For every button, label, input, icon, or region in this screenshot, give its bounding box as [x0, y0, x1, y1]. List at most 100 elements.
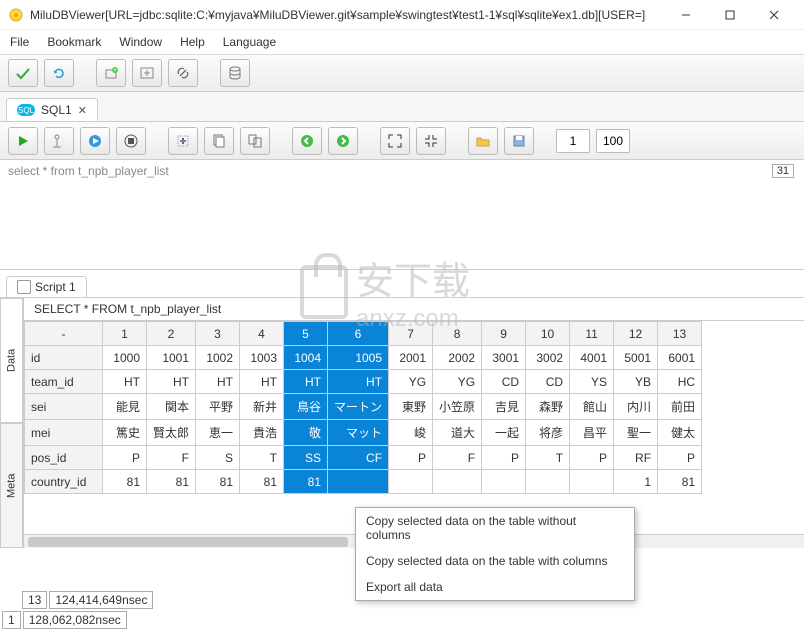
- cell[interactable]: F: [147, 446, 196, 470]
- cell[interactable]: 1: [614, 470, 658, 494]
- maximize-button[interactable]: [708, 0, 752, 30]
- cell[interactable]: 1003: [240, 346, 284, 370]
- cell[interactable]: 1005: [328, 346, 389, 370]
- cell[interactable]: 2001: [389, 346, 433, 370]
- col-header[interactable]: 5: [284, 322, 328, 346]
- col-header[interactable]: 6: [328, 322, 389, 346]
- cell[interactable]: 内川: [614, 394, 658, 420]
- cell[interactable]: 81: [103, 470, 147, 494]
- duplicate-button[interactable]: [240, 127, 270, 155]
- run-step-button[interactable]: [80, 127, 110, 155]
- cell[interactable]: 賢太郎: [147, 420, 196, 446]
- row-header[interactable]: pos_id: [25, 446, 103, 470]
- cell[interactable]: 前田: [658, 394, 702, 420]
- menu-help[interactable]: Help: [180, 35, 205, 49]
- ctx-copy-with-columns[interactable]: Copy selected data on the table with col…: [356, 548, 634, 574]
- cell[interactable]: P: [103, 446, 147, 470]
- cell[interactable]: 1000: [103, 346, 147, 370]
- menu-window[interactable]: Window: [119, 35, 162, 49]
- new-connection-button[interactable]: +: [96, 59, 126, 87]
- cell[interactable]: P: [658, 446, 702, 470]
- cell[interactable]: 健太: [658, 420, 702, 446]
- cell[interactable]: 81: [147, 470, 196, 494]
- col-header[interactable]: 10: [526, 322, 570, 346]
- cell[interactable]: RF: [614, 446, 658, 470]
- cell[interactable]: 東野: [389, 394, 433, 420]
- run-button[interactable]: [8, 127, 38, 155]
- collapse-button[interactable]: [416, 127, 446, 155]
- cell[interactable]: 新井: [240, 394, 284, 420]
- cell[interactable]: CD: [526, 370, 570, 394]
- tab-script1[interactable]: Script 1: [6, 276, 87, 297]
- cell[interactable]: マートン: [328, 394, 389, 420]
- row-header[interactable]: team_id: [25, 370, 103, 394]
- copy-button[interactable]: [204, 127, 234, 155]
- new-tab-button[interactable]: [132, 59, 162, 87]
- cell[interactable]: HT: [328, 370, 389, 394]
- cell[interactable]: T: [240, 446, 284, 470]
- col-header[interactable]: 8: [433, 322, 482, 346]
- cell[interactable]: T: [526, 446, 570, 470]
- cell[interactable]: YS: [570, 370, 614, 394]
- open-button[interactable]: [468, 127, 498, 155]
- ctx-export-all[interactable]: Export all data: [356, 574, 634, 600]
- cell[interactable]: [433, 470, 482, 494]
- cell[interactable]: 昌平: [570, 420, 614, 446]
- ctx-copy-no-columns[interactable]: Copy selected data on the table without …: [356, 508, 634, 548]
- cell[interactable]: 道大: [433, 420, 482, 446]
- cell[interactable]: 81: [284, 470, 328, 494]
- cell[interactable]: 3002: [526, 346, 570, 370]
- cell[interactable]: 館山: [570, 394, 614, 420]
- cell[interactable]: HT: [284, 370, 328, 394]
- commit-button[interactable]: [8, 59, 38, 87]
- database-button[interactable]: [220, 59, 250, 87]
- cell[interactable]: HT: [147, 370, 196, 394]
- cell[interactable]: 能見: [103, 394, 147, 420]
- cell[interactable]: 1004: [284, 346, 328, 370]
- next-button[interactable]: [328, 127, 358, 155]
- cell[interactable]: F: [433, 446, 482, 470]
- cell[interactable]: 聖一: [614, 420, 658, 446]
- cell[interactable]: 平野: [196, 394, 240, 420]
- cell[interactable]: [526, 470, 570, 494]
- page-to-input[interactable]: [596, 129, 630, 153]
- cell[interactable]: HC: [658, 370, 702, 394]
- cell[interactable]: マット: [328, 420, 389, 446]
- cell[interactable]: 4001: [570, 346, 614, 370]
- minimize-button[interactable]: [664, 0, 708, 30]
- cell[interactable]: 81: [658, 470, 702, 494]
- col-header[interactable]: 3: [196, 322, 240, 346]
- row-header[interactable]: id: [25, 346, 103, 370]
- result-grid[interactable]: -12345678910111213id10001001100210031004…: [24, 321, 804, 534]
- col-header[interactable]: 12: [614, 322, 658, 346]
- col-header[interactable]: 4: [240, 322, 284, 346]
- cell[interactable]: [482, 470, 526, 494]
- cell[interactable]: [389, 470, 433, 494]
- cell[interactable]: 3001: [482, 346, 526, 370]
- sql-editor[interactable]: select * from t_npb_player_list 31: [0, 160, 804, 270]
- row-header[interactable]: sei: [25, 394, 103, 420]
- cell[interactable]: 81: [240, 470, 284, 494]
- col-header[interactable]: 7: [389, 322, 433, 346]
- cell[interactable]: HT: [103, 370, 147, 394]
- cell[interactable]: 峻: [389, 420, 433, 446]
- col-header[interactable]: -: [25, 322, 103, 346]
- cell[interactable]: 敬: [284, 420, 328, 446]
- cell[interactable]: 鳥谷: [284, 394, 328, 420]
- menu-file[interactable]: File: [10, 35, 29, 49]
- cell[interactable]: 一起: [482, 420, 526, 446]
- cell[interactable]: 5001: [614, 346, 658, 370]
- cell[interactable]: CD: [482, 370, 526, 394]
- prev-button[interactable]: [292, 127, 322, 155]
- page-from-input[interactable]: [556, 129, 590, 153]
- sidetab-data[interactable]: Data: [0, 298, 23, 423]
- cell[interactable]: 2002: [433, 346, 482, 370]
- cell[interactable]: HT: [196, 370, 240, 394]
- row-header[interactable]: mei: [25, 420, 103, 446]
- cell[interactable]: [328, 470, 389, 494]
- cell[interactable]: 1002: [196, 346, 240, 370]
- cell[interactable]: P: [482, 446, 526, 470]
- cell[interactable]: SS: [284, 446, 328, 470]
- cell[interactable]: YB: [614, 370, 658, 394]
- cell[interactable]: [570, 470, 614, 494]
